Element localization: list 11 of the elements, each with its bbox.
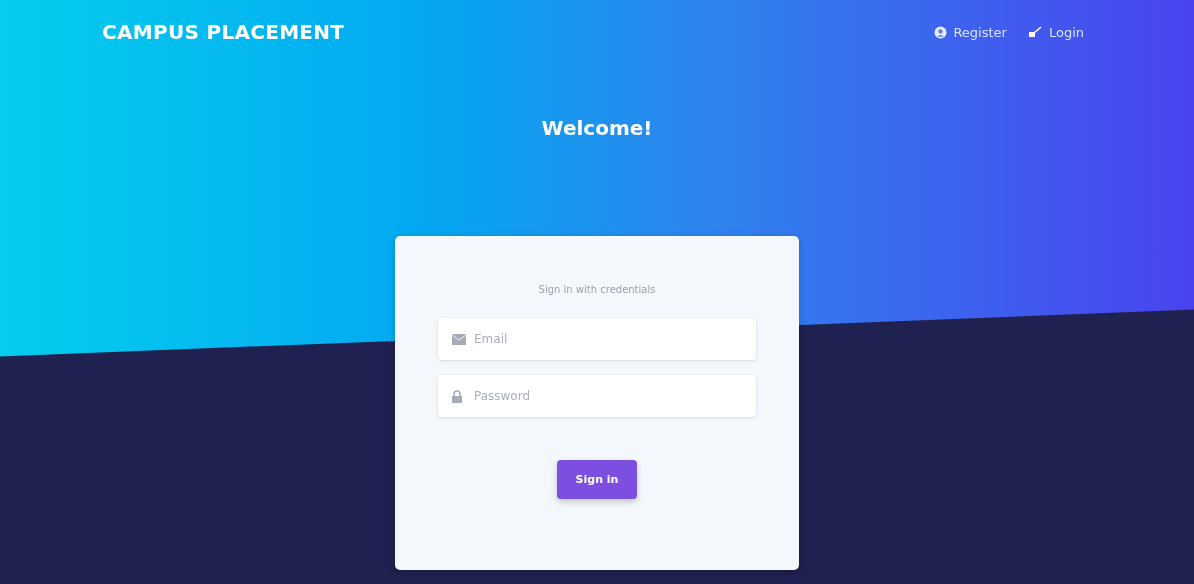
envelope-icon (452, 333, 466, 345)
email-field[interactable]: Email (438, 318, 756, 360)
nav-link[interactable]: Login (1028, 24, 1084, 40)
nav-link[interactable]: Register (934, 24, 1007, 40)
welcome-title: Welcome! (541, 116, 653, 140)
user-circle-icon (934, 25, 948, 39)
sign-in-button[interactable]: Sign in (557, 460, 637, 499)
brand-title: CAMPUS PLACEMENT (102, 20, 345, 44)
lock-icon (452, 389, 462, 403)
card-subtitle: Sign in with credentials (538, 284, 656, 295)
password-field[interactable]: Password (438, 375, 756, 417)
